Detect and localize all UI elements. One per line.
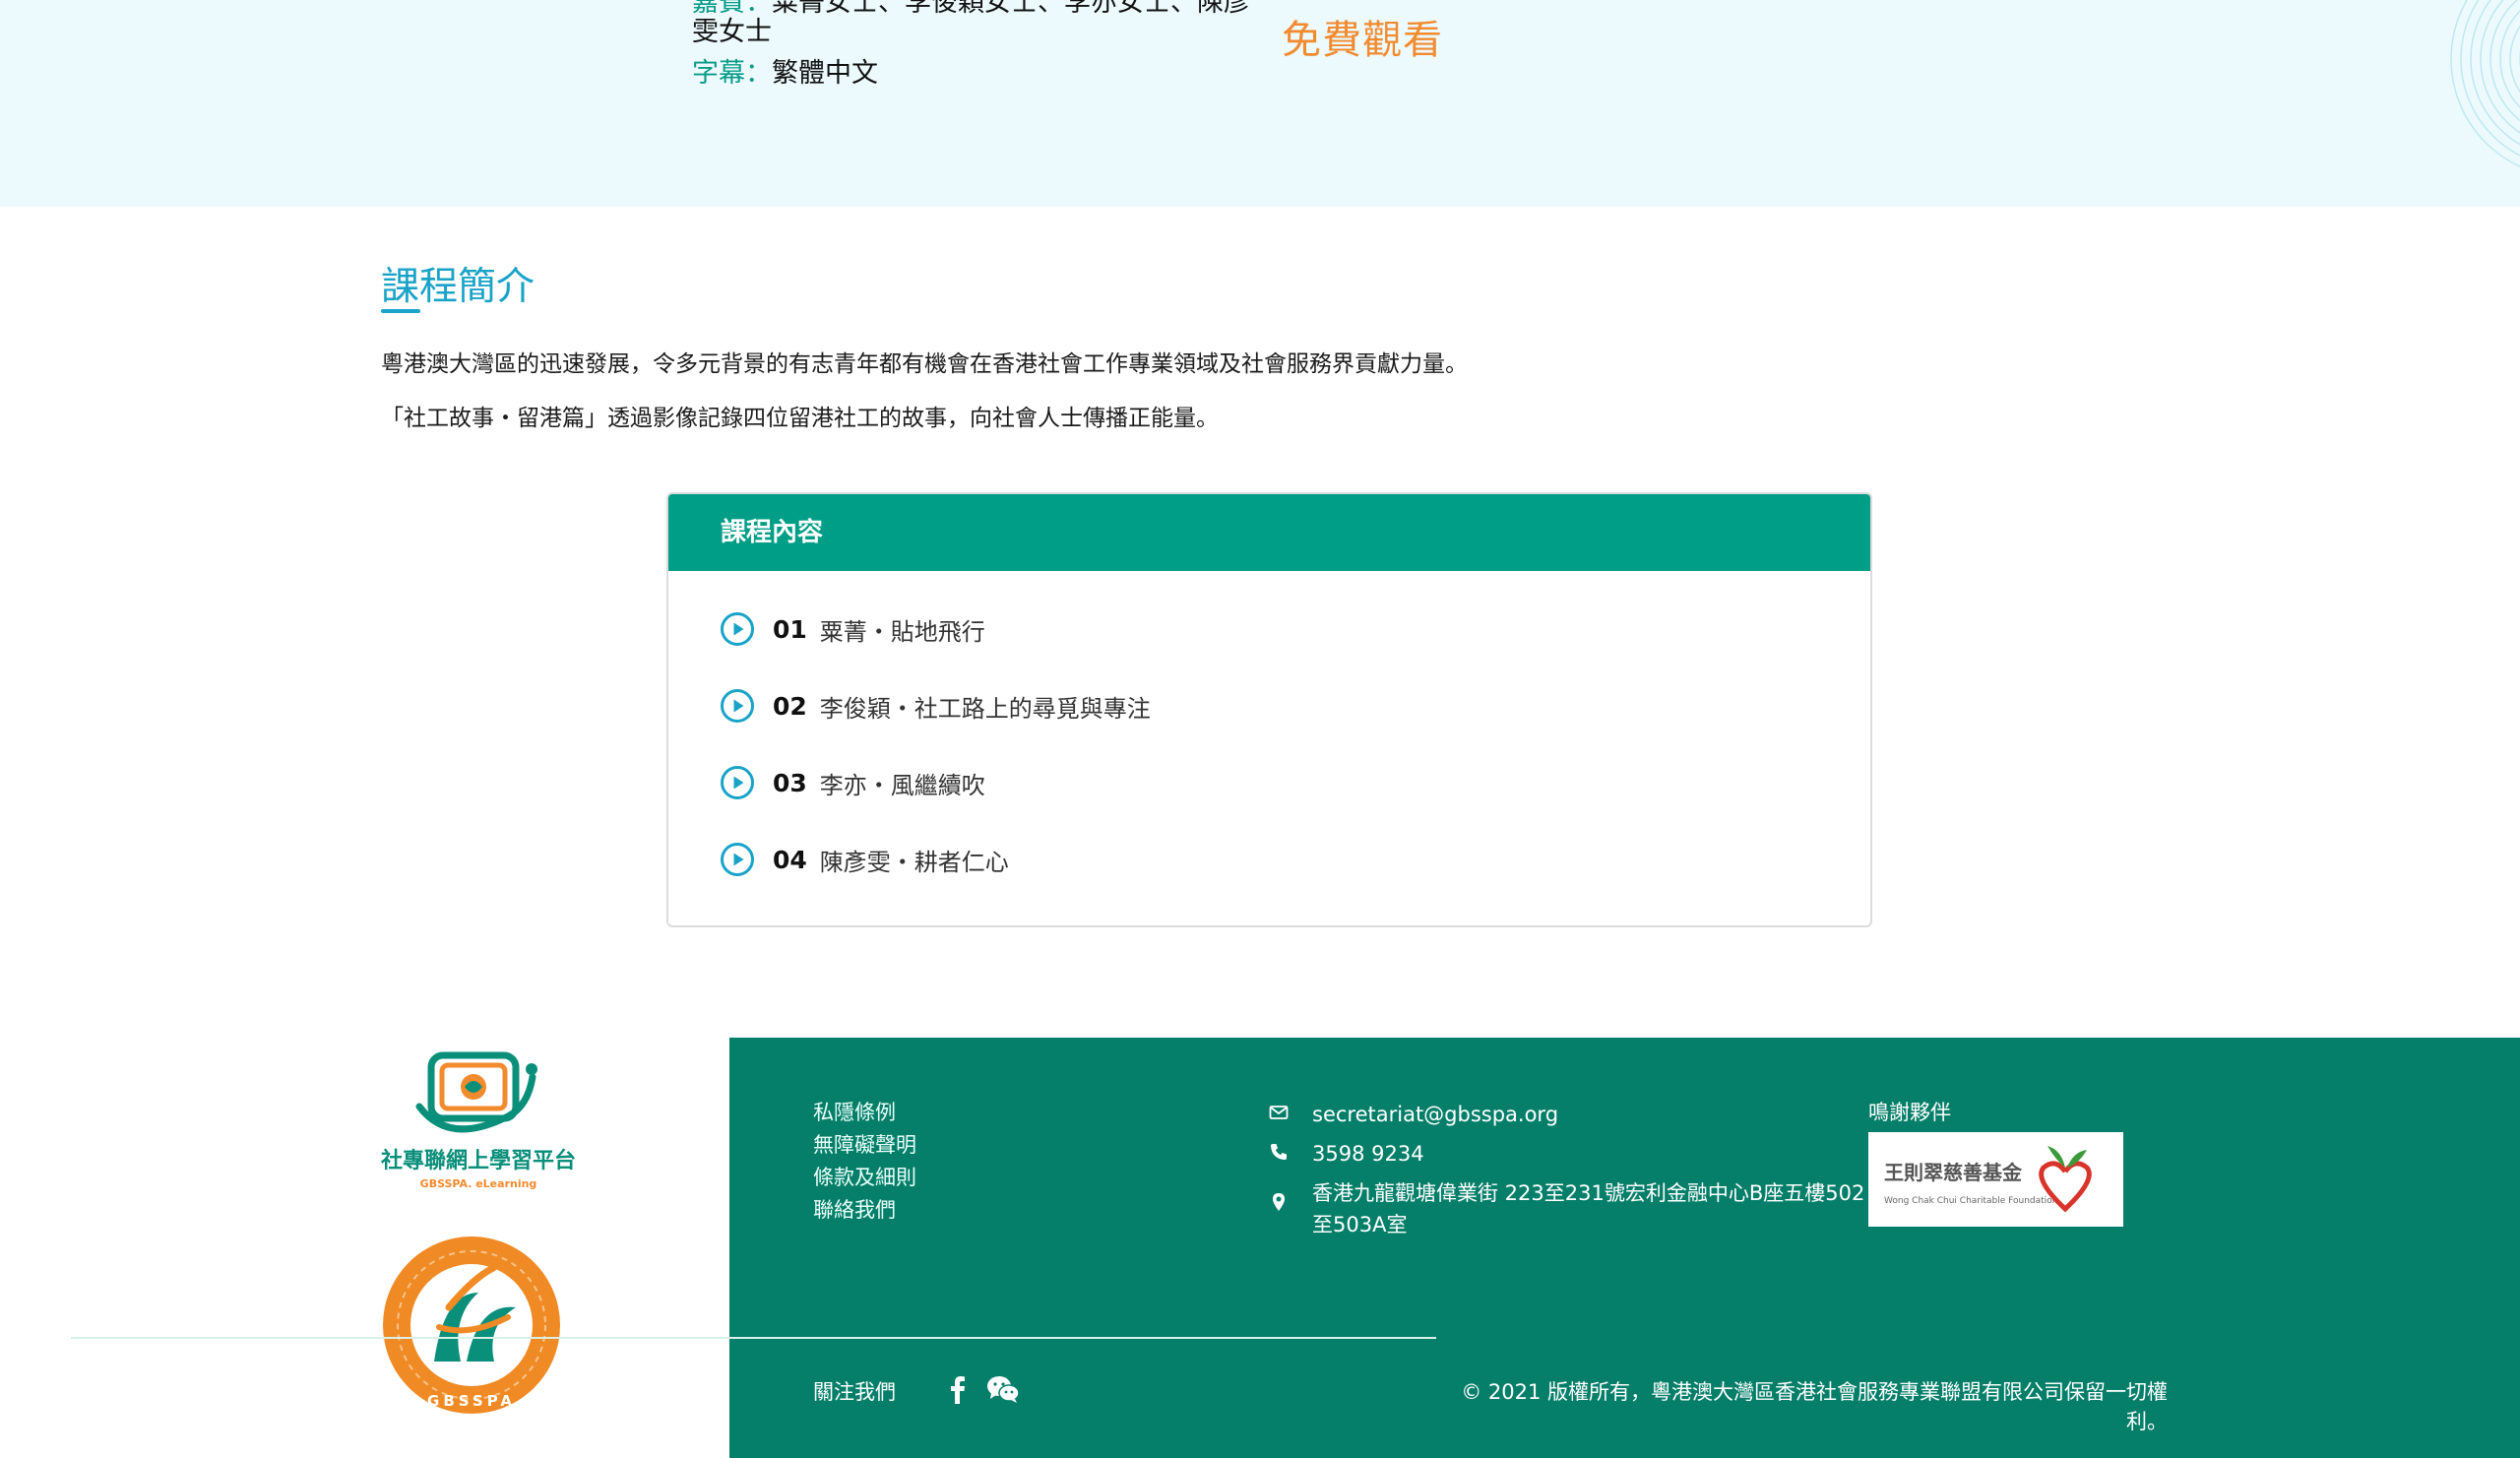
contact-us-link[interactable]: 聯絡我們 <box>813 1194 916 1227</box>
play-icon <box>721 766 754 799</box>
follow-us-label: 關注我們 <box>813 1380 896 1404</box>
lesson-item-02[interactable]: 02 李俊穎・社工路上的尋覓與專注 <box>720 686 1151 726</box>
lesson-number: 04 <box>773 845 807 874</box>
wechat-icon[interactable] <box>986 1375 1020 1403</box>
lesson-number: 03 <box>773 768 807 797</box>
intro-underline <box>381 309 420 313</box>
intro-paragraph-2: 「社工故事・留港篇」透過影像記錄四位留港社工的故事，向社會人士傳播正能量。 <box>381 406 1219 431</box>
lesson-item-03[interactable]: 03 李亦・風繼續吹 <box>720 763 985 802</box>
lesson-item-01[interactable]: 01 粟菁・貼地飛行 <box>720 609 985 649</box>
play-icon <box>721 612 754 646</box>
address-text: 香港九龍觀塘偉業街 223至231號宏利金融中心B座五樓502 至503A室 <box>1312 1177 1864 1240</box>
guests-info: 嘉賓：粟菁女士、李俊穎女士、李亦女士、陳彥 雯女士 <box>692 0 1253 47</box>
gbsspa-badge-logo[interactable]: GBSSPA <box>380 1234 563 1417</box>
email-row[interactable]: secretariat@gbsspa.org <box>1268 1099 1558 1130</box>
guests-value: 粟菁女士、李俊穎女士、李亦女士、陳彥 <box>772 0 1250 18</box>
terms-link[interactable]: 條款及細則 <box>813 1162 916 1194</box>
location-pin-icon <box>1273 1193 1285 1211</box>
lesson-number: 01 <box>773 614 807 644</box>
subtitles-value: 繁體中文 <box>772 58 878 89</box>
sponsor-logo[interactable]: 王則翠慈善基金 Wong Chak Chui Charitable Founda… <box>1868 1132 2123 1227</box>
footer-links: 私隱條例 無障礙聲明 條款及細則 聯絡我們 <box>813 1097 916 1227</box>
intro-paragraph-1: 粵港澳大灣區的迅速發展，令多元背景的有志青年都有機會在香港社會工作專業領域及社會… <box>381 351 1468 377</box>
svg-text:社專聯網上學習平台: 社專聯網上學習平台 <box>381 1148 576 1173</box>
page: 嘉賓：粟菁女士、李俊穎女士、李亦女士、陳彥 雯女士 字幕：繁體中文 免費觀看 課… <box>0 0 2520 1458</box>
lesson-title: 粟菁・貼地飛行 <box>819 617 985 646</box>
lesson-number: 02 <box>773 691 807 721</box>
address-row: 香港九龍觀塘偉業街 223至231號宏利金融中心B座五樓502 至503A室 <box>1268 1177 1878 1240</box>
guests-value-cont: 雯女士 <box>692 17 772 47</box>
play-icon <box>721 843 754 876</box>
svg-text:GBSSPA. eLearning: GBSSPA. eLearning <box>420 1177 537 1190</box>
privacy-policy-link[interactable]: 私隱條例 <box>813 1097 916 1129</box>
address-line-2: 至503A室 <box>1312 1213 1408 1236</box>
guests-label: 嘉賓： <box>692 0 772 18</box>
lesson-title: 陳彥雯・耕者仁心 <box>819 848 1009 876</box>
svg-text:Wong Chak Chui Charitable Foun: Wong Chak Chui Charitable Foundation <box>1884 1196 2057 1206</box>
phone-text: 3598 9234 <box>1312 1142 1424 1166</box>
lesson-item-04[interactable]: 04 陳彥雯・耕者仁心 <box>720 840 1009 879</box>
svg-text:王則翠慈善基金: 王則翠慈善基金 <box>1884 1161 2023 1184</box>
phone-icon <box>1271 1144 1287 1160</box>
phone-row[interactable]: 3598 9234 <box>1268 1138 1424 1170</box>
lesson-title: 李亦・風繼續吹 <box>819 771 985 799</box>
facebook-icon[interactable] <box>947 1374 969 1404</box>
address-line-1: 香港九龍觀塘偉業街 223至231號宏利金融中心B座五樓502 <box>1312 1181 1865 1205</box>
footer-divider <box>71 1337 1436 1339</box>
decorative-circles <box>2450 0 2520 167</box>
course-content-heading: 課程內容 <box>668 494 1870 571</box>
free-watch-label: 免費觀看 <box>1282 18 1443 63</box>
intro-title: 課程簡介 <box>381 265 536 309</box>
subtitles-label: 字幕： <box>692 58 772 89</box>
mail-icon <box>1269 1106 1289 1119</box>
course-content-card: 課程內容 01 粟菁・貼地飛行 02 李俊穎・社工路上的尋覓與專注 03 李亦・… <box>666 492 1872 927</box>
elearning-platform-logo[interactable]: 社專聯網上學習平台 GBSSPA. eLearning <box>380 1047 577 1195</box>
lesson-title: 李俊穎・社工路上的尋覓與專注 <box>819 694 1151 723</box>
thanks-partners-label: 鳴謝夥伴 <box>1868 1101 1951 1124</box>
course-info-band: 嘉賓：粟菁女士、李俊穎女士、李亦女士、陳彥 雯女士 字幕：繁體中文 免費觀看 <box>0 0 2520 207</box>
copyright-text: © 2021 版權所有，粵港澳大灣區香港社會服務專業聯盟有限公司保留一切權利。 <box>1461 1380 2168 1433</box>
accessibility-statement-link[interactable]: 無障礙聲明 <box>813 1129 916 1162</box>
play-icon <box>721 689 754 723</box>
svg-text:GBSSPA: GBSSPA <box>427 1392 516 1410</box>
subtitles-info: 字幕：繁體中文 <box>692 59 878 89</box>
email-text: secretariat@gbsspa.org <box>1312 1103 1559 1126</box>
